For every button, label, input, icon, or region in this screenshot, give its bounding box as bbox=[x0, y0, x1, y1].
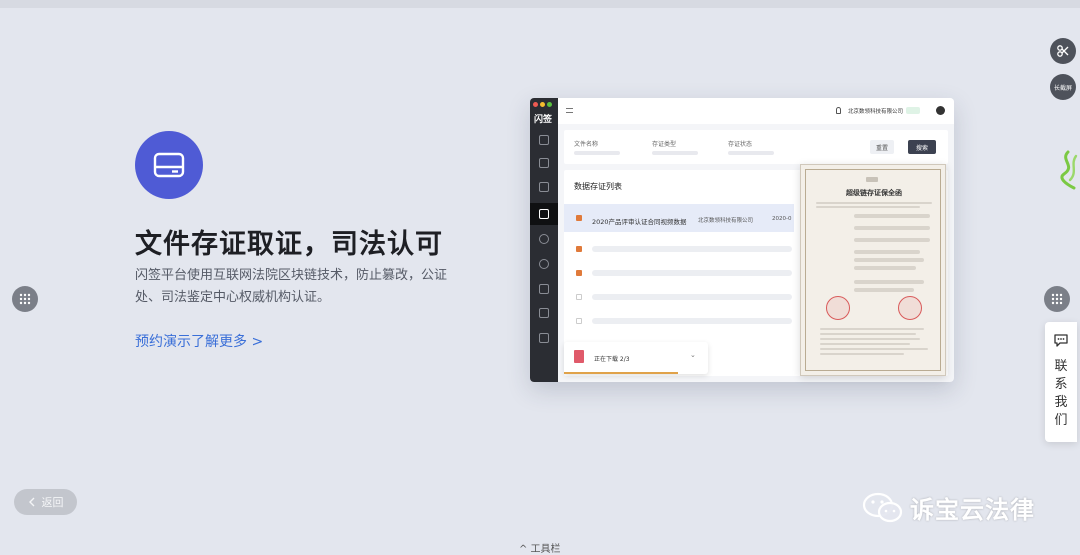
green-ribbon-icon bbox=[1060, 150, 1078, 190]
checkbox-checked bbox=[576, 246, 582, 252]
maximize-dot bbox=[547, 102, 552, 107]
text-line bbox=[854, 226, 930, 230]
filter-label: 存证类型 bbox=[652, 141, 677, 148]
hard-drive-icon bbox=[135, 131, 203, 199]
hero-description: 闪签平台使用互联网法院区块链技术，防止篡改，公证处、司法鉴定中心权威机构认证。 bbox=[135, 268, 448, 305]
app-sidebar: 闪签 bbox=[530, 98, 558, 382]
highlighted-row: 2020产品评审认证合同视频数据 北京数领科技有限公司 2020-0 bbox=[564, 204, 794, 232]
long-screenshot-button[interactable]: 长截屏 bbox=[1050, 74, 1076, 100]
checkbox-checked bbox=[576, 215, 582, 221]
placeholder-row bbox=[592, 294, 792, 300]
left-grid-button[interactable] bbox=[12, 286, 38, 312]
text-line bbox=[854, 258, 924, 262]
contact-us-button[interactable]: 联系我们 bbox=[1045, 322, 1077, 442]
checkbox-checked bbox=[576, 270, 582, 276]
grid-icon bbox=[1051, 293, 1063, 305]
checkbox bbox=[576, 318, 582, 324]
placeholder-row bbox=[592, 270, 792, 276]
text-line bbox=[820, 348, 928, 350]
filter-label: 存证状态 bbox=[728, 141, 753, 148]
drive-icon bbox=[539, 209, 549, 219]
text-line bbox=[854, 288, 914, 292]
back-button[interactable]: 返回 bbox=[14, 489, 77, 515]
watermark: 诉宝云法律 bbox=[862, 490, 1035, 525]
text-line bbox=[820, 353, 904, 355]
watermark-text: 诉宝云法律 bbox=[910, 496, 1035, 524]
chat-icon bbox=[1054, 334, 1068, 347]
text-line bbox=[854, 250, 920, 254]
right-grid-button[interactable] bbox=[1044, 286, 1070, 312]
text-line bbox=[816, 202, 932, 204]
certificate-border: 超级链存证保全函 bbox=[805, 169, 941, 371]
toolbar-toggle[interactable]: ^ 工具栏 bbox=[519, 540, 561, 555]
row-title: 2020产品评审认证合同视频数据 bbox=[592, 218, 687, 226]
settings-icon bbox=[539, 234, 549, 244]
bell-icon bbox=[836, 107, 841, 114]
list-icon bbox=[539, 284, 549, 294]
filter-input bbox=[652, 151, 698, 155]
layers-icon bbox=[539, 158, 549, 168]
home-icon bbox=[539, 135, 549, 145]
filter-label: 文件名称 bbox=[574, 141, 599, 148]
grid-icon bbox=[19, 293, 31, 305]
minimize-dot bbox=[540, 102, 545, 107]
text-line bbox=[820, 343, 910, 345]
contact-text: 联系我们 bbox=[1054, 359, 1068, 428]
top-strip bbox=[0, 0, 1080, 8]
certificate-logo bbox=[866, 177, 878, 182]
close-dot bbox=[533, 102, 538, 107]
text-line bbox=[854, 214, 930, 218]
download-progress bbox=[564, 372, 678, 374]
text-line bbox=[854, 280, 924, 284]
file-icon bbox=[539, 333, 549, 343]
hero-title: 文件存证取证，司法认可 bbox=[135, 229, 443, 260]
menu-icon bbox=[566, 108, 573, 113]
avatar bbox=[936, 106, 945, 115]
check-icon bbox=[539, 259, 549, 269]
filter-input bbox=[728, 151, 774, 155]
status-badge bbox=[906, 107, 920, 114]
screenshot-button[interactable] bbox=[1050, 38, 1076, 64]
placeholder-row bbox=[592, 246, 792, 252]
wechat-icon bbox=[862, 492, 903, 522]
reset-button: 重置 bbox=[870, 140, 894, 154]
text-line bbox=[820, 338, 920, 340]
document-icon bbox=[539, 308, 549, 318]
official-seal bbox=[826, 296, 850, 320]
demo-link[interactable]: 预约演示了解更多 > bbox=[135, 331, 263, 351]
search-button: 搜索 bbox=[908, 140, 936, 154]
company-name: 北京数领科技有限公司 bbox=[848, 109, 904, 115]
download-status: 正在下载 2/3 bbox=[594, 356, 630, 363]
text-line bbox=[820, 328, 924, 330]
row-company: 北京数领科技有限公司 bbox=[698, 218, 754, 224]
certificate-title: 超级链存证保全函 bbox=[846, 189, 902, 197]
text-line bbox=[854, 238, 930, 242]
text-line bbox=[816, 206, 920, 208]
chevron-left-icon bbox=[28, 497, 34, 507]
checkbox bbox=[576, 294, 582, 300]
text-line bbox=[820, 333, 916, 335]
scissors-icon bbox=[1057, 45, 1069, 57]
app-topbar: 北京数领科技有限公司 bbox=[558, 98, 954, 124]
placeholder-row bbox=[592, 318, 792, 324]
filter-input bbox=[574, 151, 620, 155]
text-line bbox=[854, 266, 916, 270]
list-title: 数据存证列表 bbox=[574, 182, 622, 191]
download-toast: 正在下载 2/3 ⌄ bbox=[564, 342, 708, 374]
app-logo: 闪签 bbox=[534, 115, 553, 125]
back-label: 返回 bbox=[41, 496, 64, 509]
box-icon bbox=[539, 182, 549, 192]
official-seal bbox=[898, 296, 922, 320]
certificate: 超级链存证保全函 bbox=[800, 164, 946, 376]
row-date: 2020-0 bbox=[772, 216, 792, 222]
chevron-down-icon: ⌄ bbox=[690, 351, 696, 359]
contact-label: 联系我们 bbox=[1045, 358, 1077, 430]
pdf-icon bbox=[574, 350, 584, 363]
